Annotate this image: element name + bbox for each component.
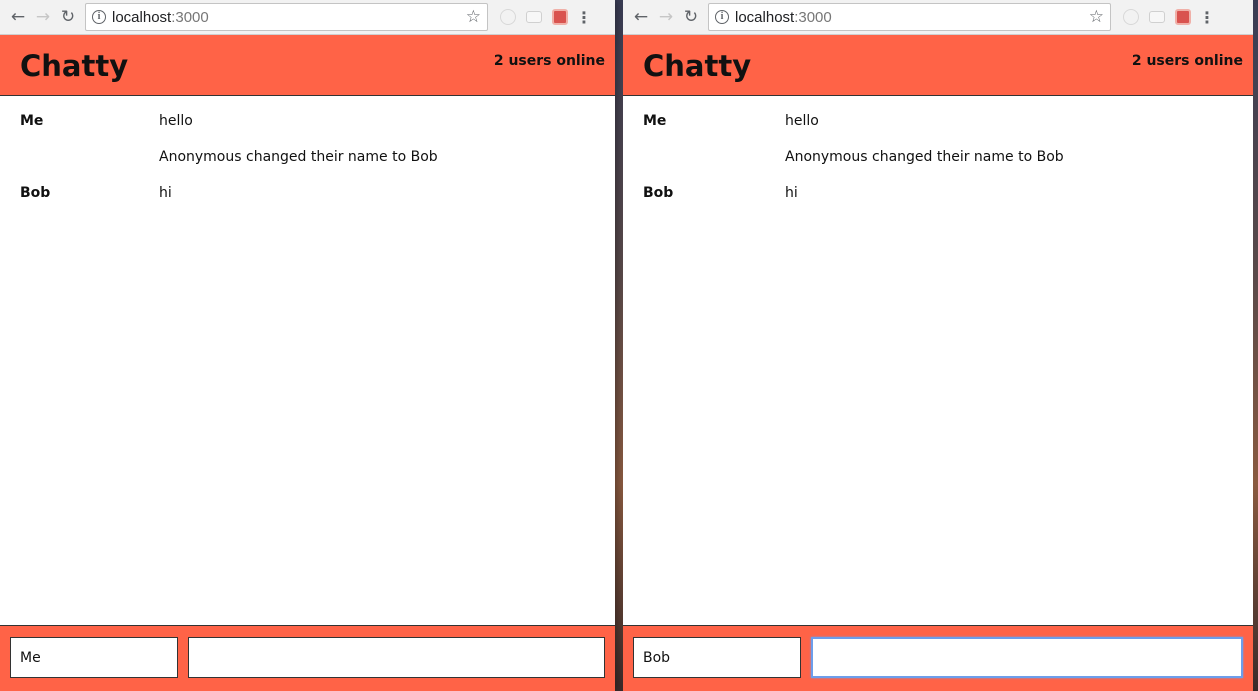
chatbar bbox=[0, 625, 615, 691]
browser-window-left: ← → ↻ i localhost:3000 ☆ ⋮ Chatty 2 user… bbox=[0, 0, 615, 691]
message-username: Bob bbox=[643, 185, 674, 201]
users-online-count: 2 users online bbox=[1131, 53, 1243, 69]
address-bar[interactable]: i localhost:3000 ☆ bbox=[85, 3, 488, 31]
brand-title[interactable]: Chatty bbox=[643, 49, 751, 83]
back-icon[interactable]: ← bbox=[629, 5, 653, 29]
forward-icon[interactable]: → bbox=[654, 5, 678, 29]
url-port: :3000 bbox=[794, 8, 832, 26]
browser-toolbar: ← → ↻ i localhost:3000 ☆ ⋮ bbox=[623, 0, 1253, 35]
message-content: hi bbox=[785, 185, 798, 201]
extension-icon[interactable] bbox=[526, 11, 542, 23]
message-content: hi bbox=[159, 185, 172, 201]
message-content: hello bbox=[159, 113, 193, 129]
star-icon[interactable]: ☆ bbox=[466, 7, 481, 27]
extension-icon[interactable] bbox=[1175, 9, 1191, 25]
system-notification: Anonymous changed their name to Bob bbox=[623, 149, 1253, 185]
message-row: Me hello bbox=[0, 113, 615, 149]
notification-content: Anonymous changed their name to Bob bbox=[159, 149, 438, 165]
message-username: Bob bbox=[20, 185, 51, 201]
message-username: Me bbox=[20, 113, 44, 129]
message-row: Bob hi bbox=[623, 185, 1253, 221]
message-list: Me hello Anonymous changed their name to… bbox=[623, 96, 1253, 221]
chatbar bbox=[623, 625, 1253, 691]
message-list: Me hello Anonymous changed their name to… bbox=[0, 96, 615, 221]
system-notification: Anonymous changed their name to Bob bbox=[0, 149, 615, 185]
brand-title[interactable]: Chatty bbox=[20, 49, 128, 83]
reload-icon[interactable]: ↻ bbox=[679, 5, 703, 29]
message-input[interactable] bbox=[811, 637, 1243, 678]
forward-icon[interactable]: → bbox=[31, 5, 55, 29]
navbar: Chatty 2 users online bbox=[0, 35, 615, 96]
browser-toolbar: ← → ↻ i localhost:3000 ☆ ⋮ bbox=[0, 0, 615, 35]
info-icon[interactable]: i bbox=[92, 10, 106, 24]
extension-icon[interactable] bbox=[1149, 11, 1165, 23]
menu-icon[interactable]: ⋮ bbox=[1199, 8, 1215, 27]
url-host: localhost bbox=[112, 8, 172, 26]
message-username bbox=[623, 149, 785, 185]
menu-icon[interactable]: ⋮ bbox=[576, 8, 592, 27]
address-bar[interactable]: i localhost:3000 ☆ bbox=[708, 3, 1111, 31]
star-icon[interactable]: ☆ bbox=[1089, 7, 1104, 27]
browser-window-right: ← → ↻ i localhost:3000 ☆ ⋮ Chatty 2 user… bbox=[623, 0, 1253, 691]
reload-icon[interactable]: ↻ bbox=[56, 5, 80, 29]
users-online-count: 2 users online bbox=[493, 53, 605, 69]
extension-icon[interactable] bbox=[500, 9, 516, 25]
message-content: hello bbox=[785, 113, 819, 129]
url-host: localhost bbox=[735, 8, 795, 26]
message-input[interactable] bbox=[188, 637, 605, 678]
url-port: :3000 bbox=[171, 8, 209, 26]
info-icon[interactable]: i bbox=[715, 10, 729, 24]
notification-content: Anonymous changed their name to Bob bbox=[785, 149, 1064, 165]
message-row: Me hello bbox=[623, 113, 1253, 149]
extension-icon[interactable] bbox=[1123, 9, 1139, 25]
message-username: Me bbox=[643, 113, 667, 129]
message-row: Bob hi bbox=[0, 185, 615, 221]
username-input[interactable] bbox=[633, 637, 801, 678]
message-username bbox=[0, 149, 159, 185]
username-input[interactable] bbox=[10, 637, 178, 678]
navbar: Chatty 2 users online bbox=[623, 35, 1253, 96]
back-icon[interactable]: ← bbox=[6, 5, 30, 29]
extension-icon[interactable] bbox=[552, 9, 568, 25]
